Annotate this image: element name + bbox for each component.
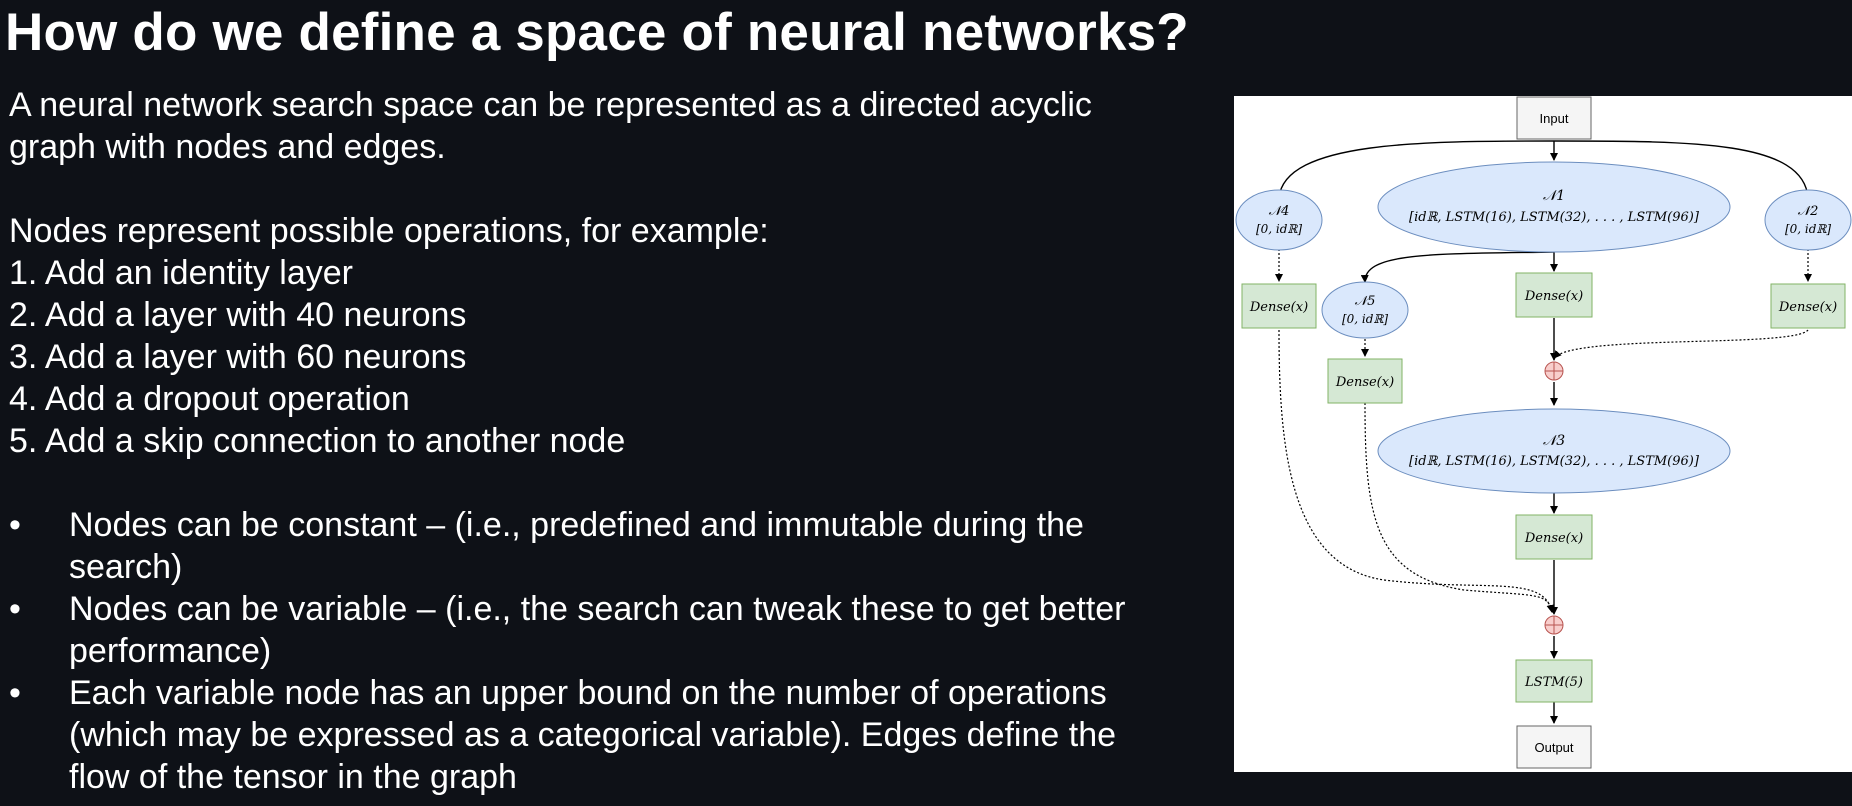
lstm5-box: LSTM(5) xyxy=(1515,659,1593,703)
node-n4: 𝒩4 [0, idℝ] xyxy=(1235,189,1323,251)
dense-label: Dense(x) xyxy=(1249,300,1308,315)
n5-ops: [0, idℝ] xyxy=(1342,312,1388,326)
edge-dense-add1-skip xyxy=(1553,329,1809,359)
bullet-line: (which may be expressed as a categorical… xyxy=(69,716,1117,754)
lstm5-label: LSTM(5) xyxy=(1524,675,1583,690)
bullet-line: Each variable node has an upper bound on… xyxy=(69,674,1107,712)
n3-ops: [idℝ, LSTM(16), LSTM(32), . . . , LSTM(9… xyxy=(1409,454,1700,469)
dense-box-n5: Dense(x) xyxy=(1327,358,1403,404)
bullet-line: Nodes can be constant – (i.e., predefine… xyxy=(69,506,1084,544)
input-label: Input xyxy=(1540,111,1569,126)
dense-box-n3: Dense(x) xyxy=(1515,514,1593,560)
bullet-line: Nodes can be variable – (i.e., the searc… xyxy=(69,590,1126,628)
add-op-1 xyxy=(1544,361,1564,381)
node-n2: 𝒩2 [0, idℝ] xyxy=(1764,189,1852,251)
output-node: Output xyxy=(1516,725,1592,769)
dense-box-n1: Dense(x) xyxy=(1515,272,1593,318)
dag-svg: Input Output 𝒩1 [idℝ, LSTM(16), LSTM(32)… xyxy=(1235,96,1852,769)
input-node: Input xyxy=(1516,96,1592,140)
operation-item: 2. Add a layer with 40 neurons xyxy=(9,296,467,334)
bullet-list: Nodes can be constant – (i.e., predefine… xyxy=(9,504,1209,798)
nodes-intro: Nodes represent possible operations, for… xyxy=(9,212,769,250)
search-space-diagram: Input Output 𝒩1 [idℝ, LSTM(16), LSTM(32)… xyxy=(1234,96,1852,772)
node-n3: 𝒩3 [idℝ, LSTM(16), LSTM(32), . . . , LST… xyxy=(1377,408,1731,494)
output-label: Output xyxy=(1534,740,1573,755)
slide-body: A neural network search space can be rep… xyxy=(9,84,1209,798)
node-n5: 𝒩5 [0, idℝ] xyxy=(1321,281,1409,339)
bullet-item: Nodes can be variable – (i.e., the searc… xyxy=(9,588,1209,672)
operation-item: 4. Add a dropout operation xyxy=(9,380,410,418)
n1-ops: [idℝ, LSTM(16), LSTM(32), . . . , LSTM(9… xyxy=(1409,210,1700,225)
dense-box-n4: Dense(x) xyxy=(1241,283,1317,329)
intro-line-2: graph with nodes and edges. xyxy=(9,128,446,166)
n2-name: 𝒩2 xyxy=(1798,204,1819,219)
bullet-line: flow of the tensor in the graph xyxy=(69,758,517,796)
intro-line-1: A neural network search space can be rep… xyxy=(9,86,1092,124)
bullet-line: performance) xyxy=(69,632,272,670)
n2-ops: [0, idℝ] xyxy=(1785,222,1831,236)
operation-item: 5. Add a skip connection to another node xyxy=(9,422,626,460)
bullet-line: search) xyxy=(69,548,183,586)
dense-label: Dense(x) xyxy=(1335,375,1394,390)
dense-label: Dense(x) xyxy=(1778,300,1837,315)
dense-label: Dense(x) xyxy=(1524,531,1583,546)
bullet-item: Each variable node has an upper bound on… xyxy=(9,672,1209,798)
n5-name: 𝒩5 xyxy=(1355,294,1376,309)
operation-item: 3. Add a layer with 60 neurons xyxy=(9,338,467,376)
dense-box-n2: Dense(x) xyxy=(1770,283,1846,329)
n3-name: 𝒩3 xyxy=(1543,433,1565,449)
bullet-item: Nodes can be constant – (i.e., predefine… xyxy=(9,504,1209,588)
operation-item: 1. Add an identity layer xyxy=(9,254,354,292)
node-n1: 𝒩1 [idℝ, LSTM(16), LSTM(32), . . . , LST… xyxy=(1377,161,1731,253)
slide-title: How do we define a space of neural netwo… xyxy=(5,3,1189,62)
n4-name: 𝒩4 xyxy=(1269,204,1290,219)
n4-ops: [0, idℝ] xyxy=(1256,222,1302,236)
dense-label: Dense(x) xyxy=(1524,289,1583,304)
add-op-2 xyxy=(1544,615,1564,635)
n1-name: 𝒩1 xyxy=(1543,188,1565,204)
